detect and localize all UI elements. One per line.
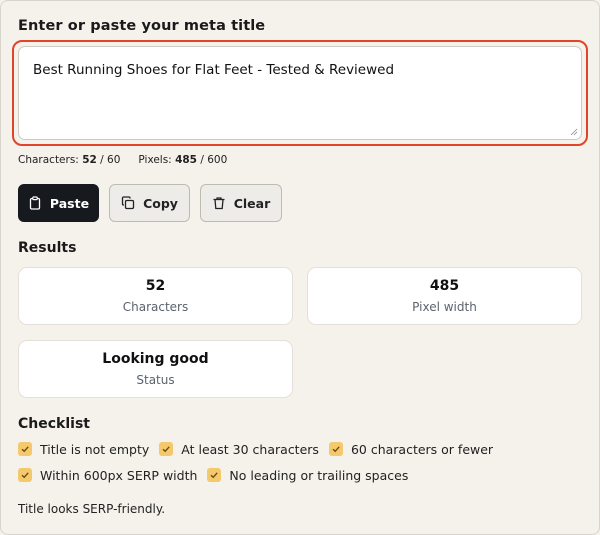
checklist-item-label: No leading or trailing spaces xyxy=(229,467,409,483)
checklist-item[interactable]: Within 600px SERP width xyxy=(18,467,197,483)
clear-button-label: Clear xyxy=(233,195,271,211)
copy-button-label: Copy xyxy=(143,195,178,211)
copy-icon xyxy=(121,196,135,210)
pixels-count-value: 485 xyxy=(175,154,197,166)
checkbox-checked-icon[interactable] xyxy=(207,468,222,482)
pixels-count-max: / 600 xyxy=(200,154,228,166)
result-card-label: Status xyxy=(136,373,175,387)
trash-icon xyxy=(213,197,225,210)
result-card-status: Looking good Status xyxy=(18,340,293,398)
checklist-heading: Checklist xyxy=(18,416,90,432)
pixels-count-label: Pixels: xyxy=(138,154,172,166)
checklist: Title is not empty At least 30 character… xyxy=(18,441,578,483)
result-card-value: Looking good xyxy=(102,351,209,367)
meta-title-value: Best Running Shoes for Flat Feet - Teste… xyxy=(33,62,395,78)
status-message: Title looks SERP-friendly. xyxy=(18,502,166,516)
characters-count-max: / 60 xyxy=(100,154,121,166)
result-card-pixel-width: 485 Pixel width xyxy=(307,267,582,325)
checklist-item[interactable]: No leading or trailing spaces xyxy=(207,467,408,483)
checkbox-checked-icon[interactable] xyxy=(159,442,174,456)
clipboard-icon xyxy=(29,196,41,210)
checkbox-checked-icon[interactable] xyxy=(18,442,32,456)
checklist-item[interactable]: Title is not empty xyxy=(18,441,149,457)
checklist-item-label: Within 600px SERP width xyxy=(40,467,198,483)
checklist-item[interactable]: At least 30 characters xyxy=(159,441,319,457)
results-heading: Results xyxy=(18,240,77,256)
checkbox-checked-icon[interactable] xyxy=(18,468,32,482)
resize-grip-icon[interactable] xyxy=(570,128,578,136)
paste-button-label: Paste xyxy=(49,195,90,211)
result-card-value: 485 xyxy=(429,278,460,294)
copy-button[interactable]: Copy xyxy=(109,184,190,222)
meta-title-label: Enter or paste your meta title xyxy=(18,18,266,34)
checklist-item[interactable]: 60 characters or fewer xyxy=(328,441,494,457)
checklist-item-label: 60 characters or fewer xyxy=(350,441,494,457)
result-card-label: Pixel width xyxy=(412,300,477,314)
characters-count-value: 52 xyxy=(82,154,97,166)
checklist-item-label: At least 30 characters xyxy=(181,441,319,457)
checklist-item-label: Title is not empty xyxy=(40,441,150,457)
clear-button[interactable]: Clear xyxy=(200,184,282,222)
paste-button[interactable]: Paste xyxy=(18,184,99,222)
result-card-characters: 52 Characters xyxy=(18,267,293,325)
counts-row: Characters: 52 / 60 Pixels: 485 / 600 xyxy=(18,154,227,166)
pixels-count: Pixels: 485 / 600 xyxy=(138,154,227,166)
result-card-label: Characters xyxy=(122,300,189,314)
result-card-value: 52 xyxy=(145,278,166,294)
characters-count: Characters: 52 / 60 xyxy=(18,154,120,166)
checkbox-checked-icon[interactable] xyxy=(328,442,343,456)
meta-title-textarea[interactable]: Best Running Shoes for Flat Feet - Teste… xyxy=(18,46,582,140)
characters-count-label: Characters: xyxy=(18,154,79,166)
